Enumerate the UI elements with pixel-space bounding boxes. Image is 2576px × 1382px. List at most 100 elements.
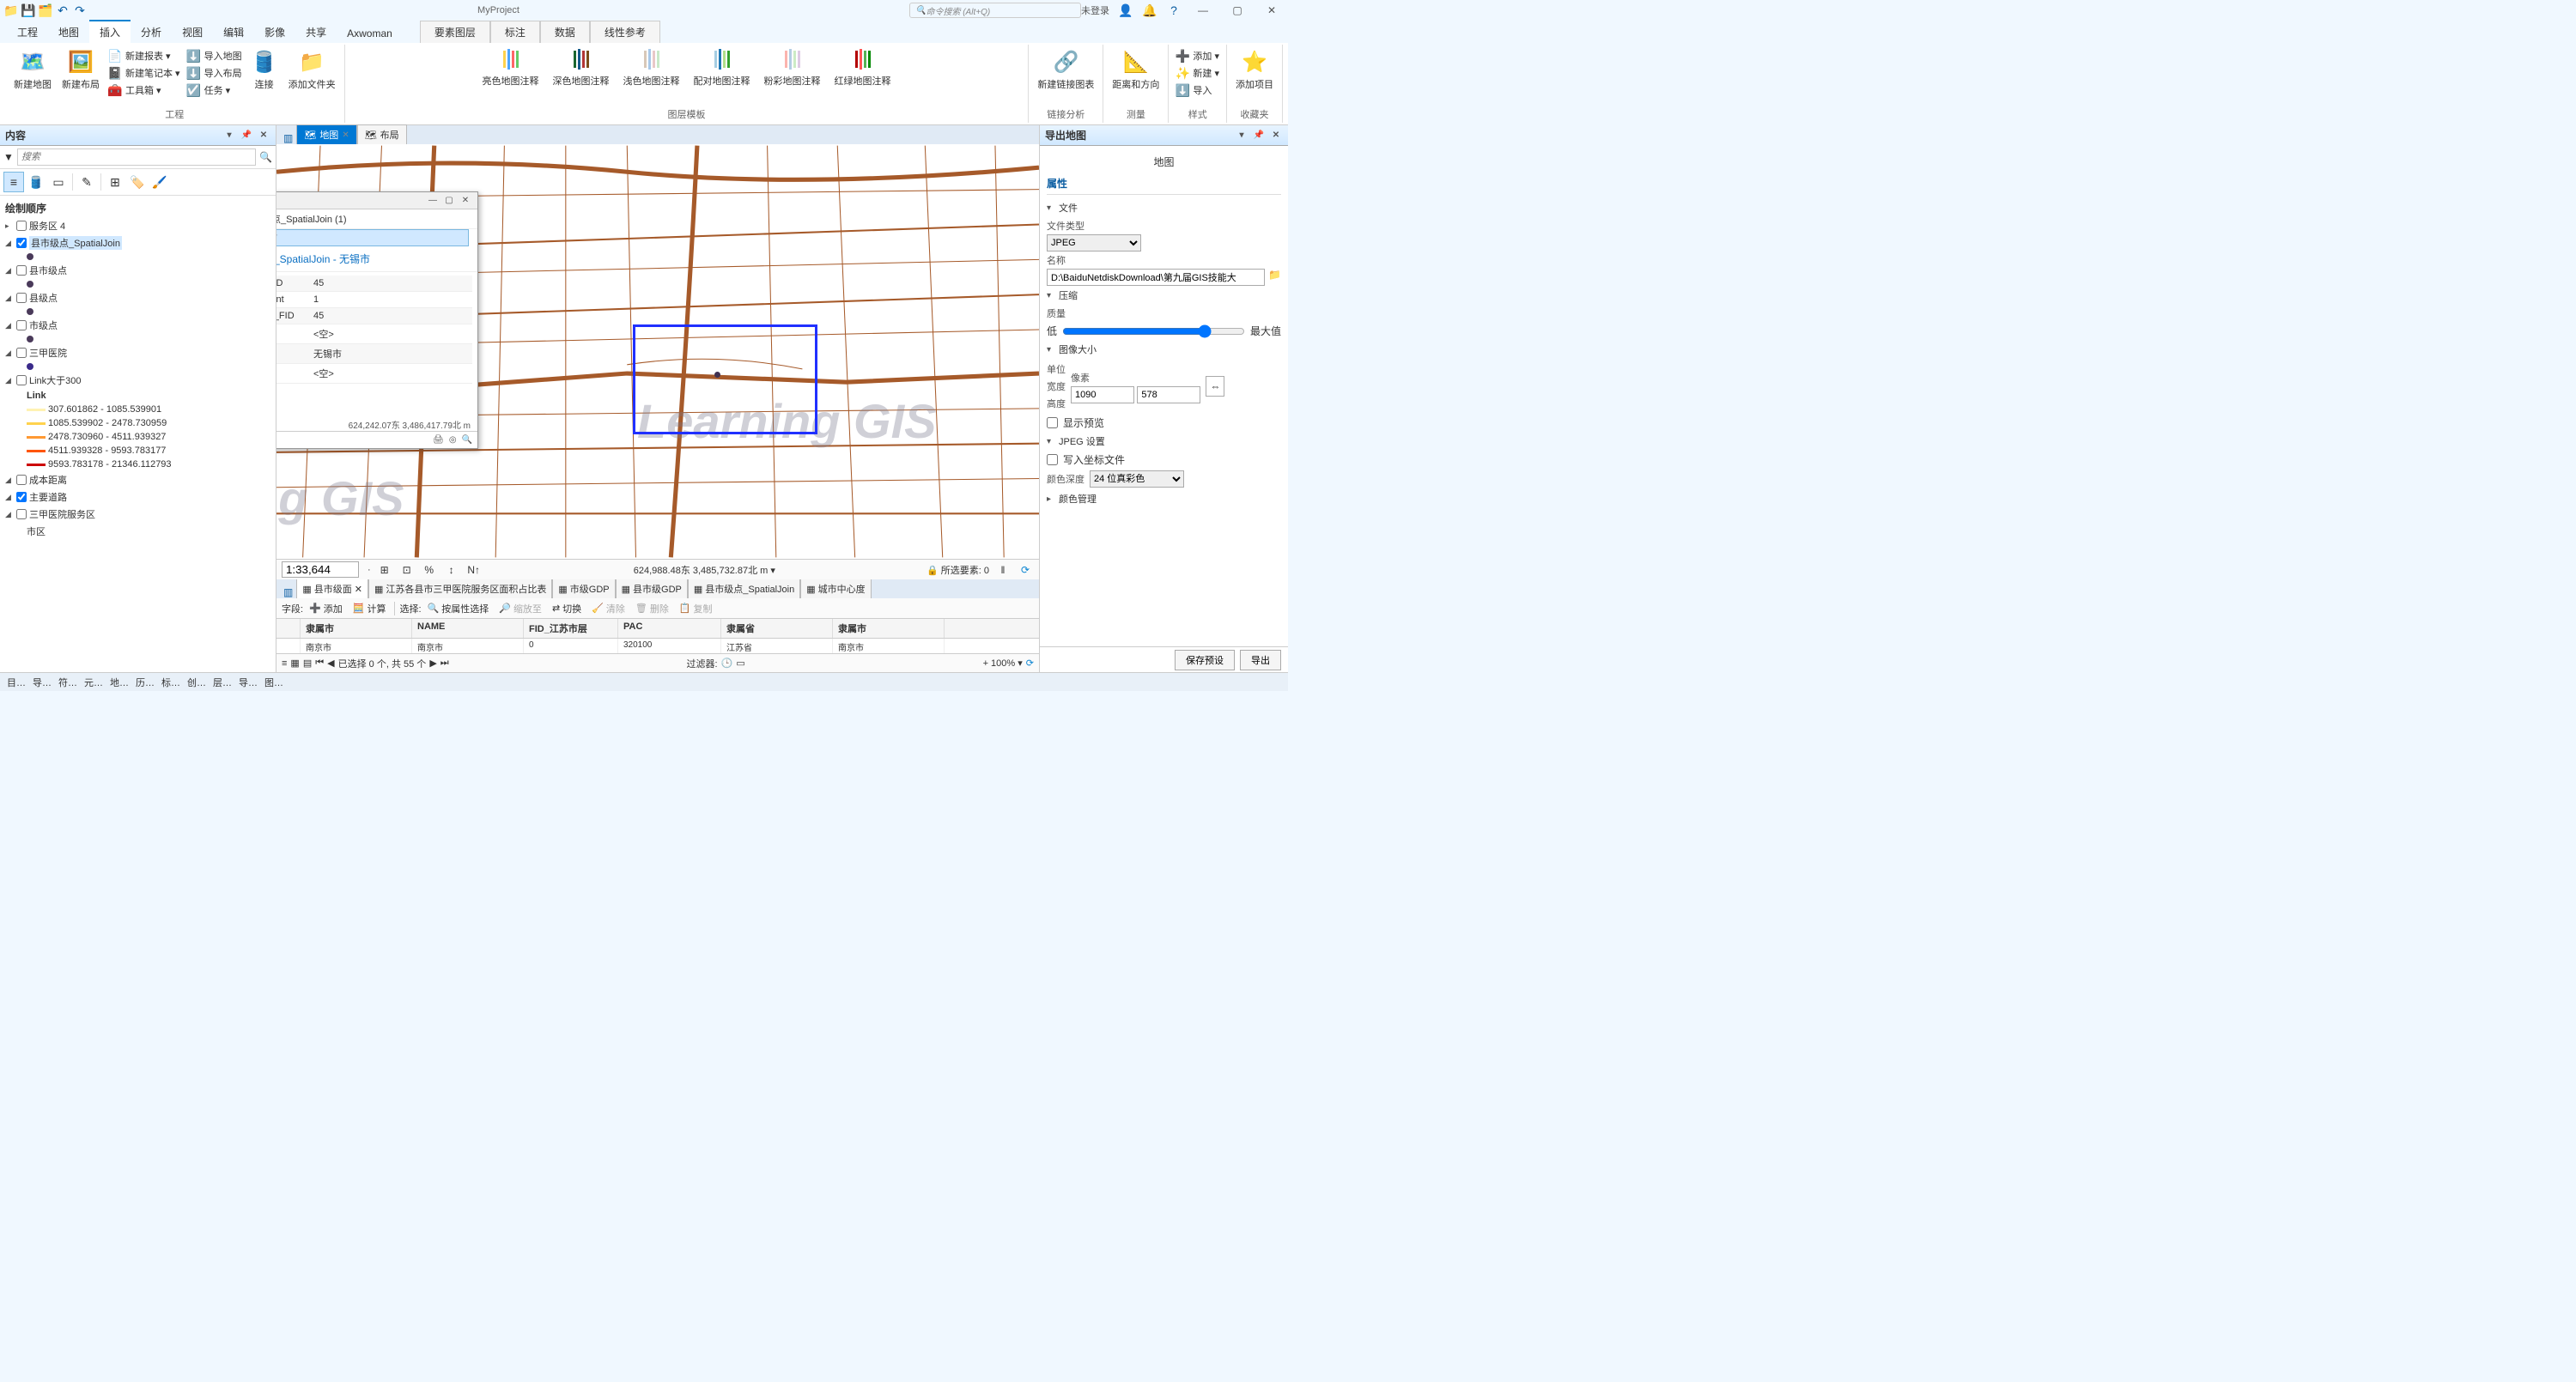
col-[interactable] (276, 619, 301, 638)
qa-undo-icon[interactable]: ↶ (55, 3, 70, 18)
tab-共享[interactable]: 共享 (295, 21, 337, 43)
filter-chip-icon[interactable]: 🕒 (721, 658, 733, 669)
subtab-线性参考[interactable]: 线性参考 (590, 21, 660, 43)
doc-tab-布局[interactable]: 🗺布局 (357, 124, 407, 144)
annot-深色地图注释[interactable]: 深色地图注释 (548, 46, 615, 89)
qa-redo-icon[interactable]: ↷ (72, 3, 88, 18)
close-tab-icon[interactable]: ✕ (342, 130, 349, 140)
status-item[interactable]: 符… (58, 676, 77, 689)
twisty-icon[interactable]: ◢ (5, 510, 14, 519)
twisty-icon[interactable]: ◢ (5, 294, 14, 303)
first-icon[interactable]: ⏮ (315, 658, 324, 669)
layer-check[interactable] (16, 265, 27, 276)
panel-menu-icon[interactable]: ▾ (222, 129, 236, 142)
toc-item[interactable] (2, 252, 274, 262)
status-item[interactable]: 元… (84, 676, 103, 689)
tab-影像[interactable]: 影像 (254, 21, 295, 43)
toc-item[interactable]: ▸服务区 4 (2, 217, 274, 234)
browse-icon[interactable]: 📁 (1268, 269, 1281, 286)
cell[interactable]: 南京市 (301, 639, 412, 653)
col-隶属市[interactable]: 隶属市 (301, 619, 412, 638)
rpanel-pin-icon[interactable]: 📌 (1252, 129, 1266, 142)
attr-tab-城市中心度[interactable]: ▦城市中心度 (800, 579, 871, 598)
rbtn-连接[interactable]: 🛢️连接 (247, 46, 282, 93)
list-by-edit-icon[interactable]: ✎ (76, 172, 97, 192)
switch-button[interactable]: ⇄ 切换 (548, 600, 586, 617)
status-item[interactable]: 创… (187, 676, 206, 689)
scale-input[interactable] (282, 561, 359, 578)
table-refresh-icon[interactable]: ⟳ (1026, 658, 1034, 669)
rbtn-任务 ▾[interactable]: ☑️任务 ▾ (185, 82, 244, 98)
twisty-icon[interactable]: ◢ (5, 266, 14, 276)
toc-item[interactable] (2, 279, 274, 289)
filter-icon[interactable]: ▼ (3, 151, 14, 163)
color-depth-select[interactable]: 24 位真彩色 (1090, 470, 1184, 488)
sub-size-tw[interactable]: ▾ (1047, 345, 1055, 355)
tab-视图[interactable]: 视图 (172, 21, 213, 43)
col-NAME[interactable]: NAME (412, 619, 524, 638)
table-menu-icon[interactable]: ≡ (282, 658, 287, 669)
world-file-check[interactable] (1047, 454, 1058, 465)
tab-地图[interactable]: 地图 (48, 21, 89, 43)
annot-配对地图注释[interactable]: 配对地图注释 (689, 46, 756, 89)
cell[interactable]: 南京市 (833, 639, 945, 653)
qa-open-icon[interactable]: 📁 (3, 3, 19, 18)
width-input[interactable] (1071, 386, 1134, 403)
filter-sel-icon[interactable]: ▤ (303, 658, 312, 669)
toc-item[interactable]: Link (2, 389, 274, 403)
status-item[interactable]: 地… (110, 676, 129, 689)
rbtn-距离和方向[interactable]: 📐距离和方向 (1109, 46, 1163, 93)
rpanel-close-icon[interactable]: ✕ (1269, 129, 1283, 142)
attr-columns-icon[interactable]: ▥ (280, 586, 296, 598)
panel-close-icon[interactable]: ✕ (257, 129, 270, 142)
toc-item[interactable]: ◢三甲医院 (2, 344, 274, 361)
layer-check[interactable] (16, 221, 27, 231)
tab-编辑[interactable]: 编辑 (213, 21, 254, 43)
status-item[interactable]: 层… (213, 676, 232, 689)
sub-file-tw[interactable]: ▾ (1047, 203, 1055, 213)
north-icon[interactable]: N↑ (465, 561, 483, 579)
rbtn-新建布局[interactable]: 🖼️新建布局 (58, 46, 103, 93)
select-by-attr-button[interactable]: 🔍 按属性选择 (423, 600, 494, 617)
qa-save-icon[interactable]: 💾 (21, 3, 36, 18)
attr-tab-江苏各县市三甲医院服务区面积占比表[interactable]: ▦江苏各县市三甲医院服务区面积占比表 (368, 579, 552, 598)
rbtn-新建 ▾[interactable]: ✨新建 ▾ (1174, 65, 1221, 81)
tab-工程[interactable]: 工程 (7, 21, 48, 43)
layer-check[interactable] (16, 293, 27, 303)
layer-check[interactable] (16, 375, 27, 385)
toc-item[interactable]: ◢成本距离 (2, 471, 274, 488)
maximize-button[interactable]: ▢ (1224, 2, 1250, 19)
col-FID_江苏市层[interactable]: FID_江苏市层 (524, 619, 618, 638)
panel-pin-icon[interactable]: 📌 (240, 129, 253, 142)
status-item[interactable]: 导… (33, 676, 52, 689)
rpanel-menu-icon[interactable]: ▾ (1235, 129, 1249, 142)
grid-icon[interactable]: ⊞ (376, 561, 393, 579)
rbtn-新建笔记本 ▾[interactable]: 📓新建笔记本 ▾ (106, 65, 182, 81)
help-icon[interactable]: ? (1166, 3, 1182, 18)
bell-icon[interactable]: 🔔 (1142, 3, 1157, 18)
toc-item[interactable]: 307.601862 - 1085.539901 (2, 403, 274, 416)
list-by-label-icon[interactable]: 🏷️ (127, 172, 148, 192)
cell[interactable]: 江苏省 (721, 639, 833, 653)
popup-selected-item[interactable]: 无锡市 (276, 229, 469, 246)
snap-icon[interactable]: ⊡ (398, 561, 416, 579)
sub-color-tw[interactable]: ▸ (1047, 494, 1055, 504)
close-button[interactable]: ✕ (1259, 2, 1285, 19)
export-button[interactable]: 导出 (1240, 650, 1281, 670)
sub-jpeg-tw[interactable]: ▾ (1047, 437, 1055, 446)
toc-item[interactable]: 4511.939328 - 9593.783177 (2, 444, 274, 458)
qa-saveall-icon[interactable]: 🗂️ (38, 3, 53, 18)
zoom-level[interactable]: + 100% ▾ (983, 658, 1023, 669)
doc-columns-icon[interactable]: ▥ (280, 132, 296, 144)
contents-search[interactable] (17, 149, 256, 166)
minimize-button[interactable]: — (1190, 2, 1216, 19)
annot-亮色地图注释[interactable]: 亮色地图注释 (477, 46, 544, 89)
show-preview-check[interactable] (1047, 417, 1058, 428)
corr-icon[interactable]: % (421, 561, 438, 579)
toc-item[interactable]: ◢县市级点 (2, 262, 274, 279)
toc-item[interactable]: ◢Link大于300 (2, 372, 274, 389)
col-PAC[interactable]: PAC (618, 619, 721, 638)
layer-check[interactable] (16, 475, 27, 485)
save-preset-button[interactable]: 保存预设 (1175, 650, 1235, 670)
command-search[interactable]: 🔍 命令搜索 (Alt+Q) (909, 3, 1081, 18)
